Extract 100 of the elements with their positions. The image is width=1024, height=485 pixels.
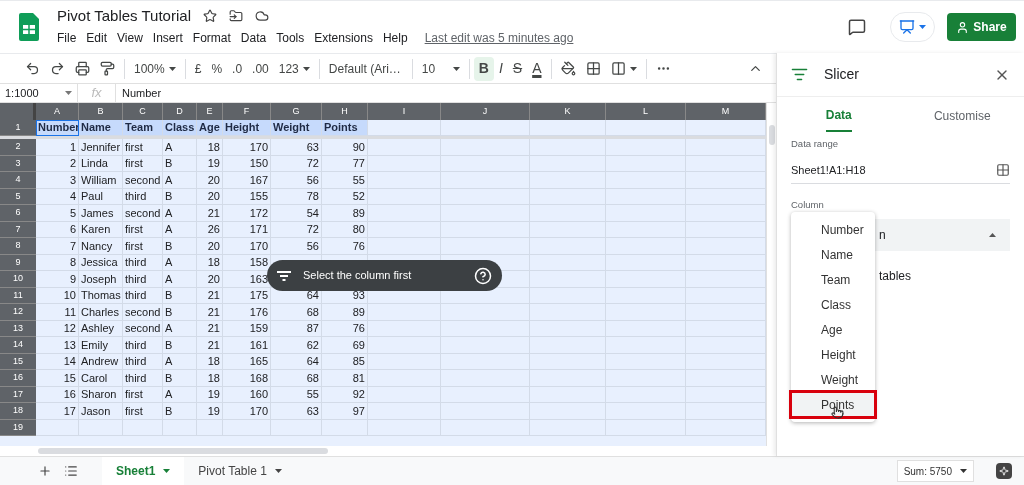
grid-select-icon[interactable] xyxy=(996,162,1010,177)
table-cell: 97 xyxy=(322,403,368,420)
row-header[interactable]: 10 xyxy=(0,271,36,288)
italic-button[interactable]: I xyxy=(493,56,508,81)
text-color-button[interactable]: A xyxy=(527,56,547,81)
table-cell: A xyxy=(163,271,197,288)
font-size-dropdown[interactable]: 10 xyxy=(416,56,465,81)
fx-label: fx xyxy=(78,83,116,103)
caret-icon xyxy=(629,66,637,71)
move-folder-icon[interactable] xyxy=(228,9,243,23)
paint-roller-icon xyxy=(100,61,115,76)
star-icon[interactable] xyxy=(202,9,217,23)
column-header[interactable]: I xyxy=(368,103,441,120)
table-cell: 160 xyxy=(223,386,271,403)
table-cell: A xyxy=(163,320,197,337)
menu-item[interactable]: Tools xyxy=(271,28,310,48)
table-cell: 92 xyxy=(322,386,368,403)
table-cell: Thomas xyxy=(79,287,123,304)
menu-option[interactable]: Class xyxy=(791,292,875,317)
row-header[interactable]: 2 xyxy=(0,139,36,156)
name-box[interactable]: 1:1000 xyxy=(0,84,78,102)
table-cell: 19 xyxy=(197,386,223,403)
menu-option[interactable]: Points xyxy=(791,392,875,417)
all-sheets-icon[interactable] xyxy=(64,464,78,478)
last-edit-link[interactable]: Last edit was 5 minutes ago xyxy=(424,29,574,47)
header-cell: Age xyxy=(197,120,223,136)
decrease-decimal-button[interactable]: .0 xyxy=(227,56,248,81)
table-cell: Andrew xyxy=(79,353,123,370)
currency-button[interactable]: £ xyxy=(189,56,207,81)
row-header[interactable]: 6 xyxy=(0,205,36,222)
row-header[interactable]: 18 xyxy=(0,403,36,420)
table-cell: 72 xyxy=(271,155,322,172)
column-header[interactable]: K xyxy=(530,103,606,120)
sum-dropdown[interactable]: Sum: 5750 xyxy=(896,460,974,482)
menu-option[interactable]: Team xyxy=(791,267,875,292)
table-cell: Emily xyxy=(79,337,123,354)
table-cell: 170 xyxy=(223,139,271,156)
row-header[interactable]: 14 xyxy=(0,337,36,354)
formula-input[interactable]: Number xyxy=(116,84,162,102)
table-cell: A xyxy=(163,205,197,222)
menu-option[interactable]: Age xyxy=(791,317,875,342)
row-header[interactable]: 4 xyxy=(0,172,36,189)
table-cell: 9 xyxy=(36,271,79,288)
row-header[interactable]: 8 xyxy=(0,238,36,255)
print-icon xyxy=(75,61,90,76)
menu-option[interactable]: Weight xyxy=(791,367,875,392)
table-cell: first xyxy=(123,403,163,420)
table-cell: 76 xyxy=(322,238,368,255)
caret-icon xyxy=(919,25,926,29)
strikethrough-button[interactable]: S xyxy=(507,56,528,81)
caret-icon xyxy=(168,66,176,71)
vertical-scrollbar[interactable] xyxy=(766,103,776,446)
sheets-logo-icon[interactable] xyxy=(18,13,39,41)
table-cell: 20 xyxy=(197,238,223,255)
zoom-dropdown[interactable]: 100% xyxy=(129,56,181,81)
table-cell: 55 xyxy=(322,172,368,189)
column-header[interactable]: J xyxy=(441,103,530,120)
add-sheet-icon[interactable] xyxy=(38,464,52,478)
cloud-icon[interactable] xyxy=(254,9,269,23)
table-cell: 161 xyxy=(223,337,271,354)
menu-option[interactable]: Height xyxy=(791,342,875,367)
document-title[interactable]: Pivot Tables Tutorial xyxy=(57,6,191,26)
data-range-field[interactable]: Sheet1!A1:H18 xyxy=(791,156,1010,185)
bold-button[interactable]: B xyxy=(473,56,494,81)
font-dropdown[interactable]: Default (Ari… xyxy=(323,56,408,81)
table-cell: 16 xyxy=(36,386,79,403)
menu-item[interactable]: Edit xyxy=(81,28,113,48)
share-button[interactable]: Share xyxy=(947,13,1016,41)
menu-item[interactable]: View xyxy=(112,28,148,48)
increase-decimal-button[interactable]: .00 xyxy=(247,56,274,81)
comment-icon[interactable] xyxy=(848,18,866,36)
panel-tab[interactable]: Data xyxy=(777,97,901,135)
row-header[interactable]: 16 xyxy=(0,370,36,387)
table-cell: 89 xyxy=(322,205,368,222)
row-header[interactable]: 1 xyxy=(0,120,36,136)
table-cell: 20 xyxy=(197,271,223,288)
menu-item[interactable]: Data xyxy=(235,28,272,48)
table-cell: Nancy xyxy=(79,238,123,255)
panel-tab[interactable]: Customise xyxy=(900,97,1024,135)
sheet-tab[interactable]: Sheet1 xyxy=(102,457,185,485)
explore-button[interactable] xyxy=(996,463,1012,479)
menu-option[interactable]: Number xyxy=(791,217,875,242)
column-header[interactable]: L xyxy=(606,103,686,120)
table-cell: 17 xyxy=(36,403,79,420)
table-cell: 18 xyxy=(197,139,223,156)
table-cell: 155 xyxy=(223,188,271,205)
help-icon[interactable] xyxy=(474,266,492,285)
menu-item[interactable]: Extensions xyxy=(309,28,378,48)
sheet-tab[interactable]: Pivot Table 1 xyxy=(184,457,296,485)
percent-button[interactable]: % xyxy=(206,56,228,81)
menu-item[interactable]: File xyxy=(57,28,82,48)
horizontal-scrollbar[interactable] xyxy=(38,448,328,454)
menu-item[interactable]: Insert xyxy=(147,28,188,48)
number-format-dropdown[interactable]: 123 xyxy=(273,56,315,81)
menu-item[interactable]: Format xyxy=(187,28,236,48)
header-cell: Weight xyxy=(271,120,322,136)
table-cell: 80 xyxy=(322,221,368,238)
table-cell: second xyxy=(123,205,163,222)
row-header[interactable]: 12 xyxy=(0,304,36,321)
menu-item[interactable]: Help xyxy=(377,28,413,48)
